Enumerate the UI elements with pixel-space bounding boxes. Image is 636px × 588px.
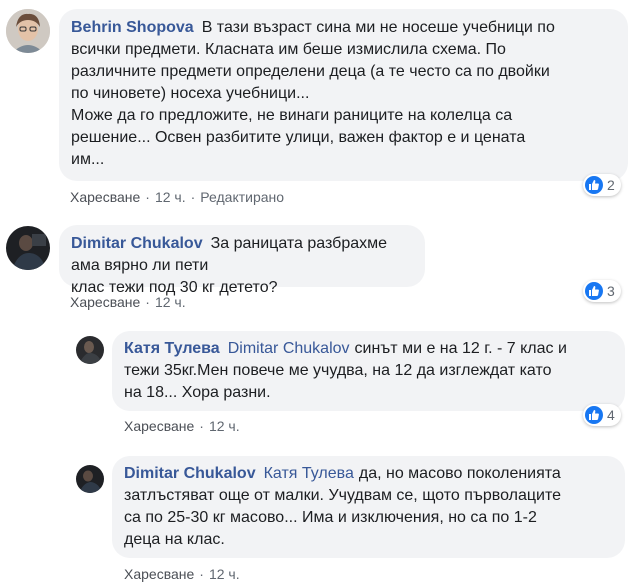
comment-bubble: Behrin Shopova В тази възраст сина ми не … (59, 9, 628, 181)
comment-author[interactable]: Dimitar Chukalov (124, 465, 256, 482)
comment-line: решение... Освен разбитите улици, важен … (71, 129, 526, 146)
comment-line: В тази възраст сина ми не носеше учебниц… (201, 19, 555, 36)
dark-photo-avatar-icon (6, 226, 50, 270)
woman-with-glasses-avatar-icon (6, 9, 50, 53)
comment-line: синът ми е на 12 г. - 7 клас и (354, 340, 567, 357)
comment-author[interactable]: Катя Тулева (124, 340, 220, 357)
comment-line: всички предмети. Класната им беше измисл… (71, 41, 506, 58)
separator-dot: · (145, 189, 150, 205)
avatar[interactable] (6, 226, 50, 270)
comment-actions: Харесване · 12 ч. · Редактирано (70, 189, 284, 205)
comment-line: Може да го предложите, не винаги раницит… (71, 107, 513, 124)
comment-bubble: Dimitar Chukalov За раницата разбрахме ам… (59, 225, 425, 296)
separator-dot: · (199, 418, 204, 434)
dark-photo-avatar-icon (76, 465, 104, 493)
comment-bubble: Катя Тулева Dimitar Chukalov синът ми е на… (112, 331, 625, 411)
thumbs-up-icon (585, 406, 603, 424)
reaction-count[interactable]: 4 (583, 404, 621, 426)
timestamp[interactable]: 12 ч. (155, 294, 186, 310)
like-button[interactable]: Харесване (70, 294, 140, 310)
timestamp[interactable]: 12 ч. (155, 189, 186, 205)
separator-dot: · (145, 294, 150, 310)
comment-bubble: Dimitar Chukalov Катя Тулева да, но масово… (112, 456, 625, 558)
comment-line: по чиновете) носеха учебници... (71, 85, 310, 102)
comment-actions: Харесване · 12 ч. (124, 418, 240, 434)
timestamp[interactable]: 12 ч. (209, 566, 240, 582)
comment-actions: Харесване · 12 ч. (70, 294, 186, 310)
reaction-number: 4 (607, 407, 615, 423)
comment-author[interactable]: Dimitar Chukalov (71, 235, 203, 252)
like-button[interactable]: Харесване (124, 566, 194, 582)
comment-line: затлъстяват още от малки. Учудвам се, що… (124, 487, 562, 504)
comment-line: тежи 35кг.Мен повече ме учудва, на 12 да… (124, 362, 552, 379)
separator-dot: · (190, 189, 196, 205)
comment-line: са по 25-30 кг масово... Има и изключени… (124, 509, 537, 526)
avatar[interactable] (76, 465, 104, 493)
edited-label[interactable]: Редактирано (200, 189, 284, 205)
avatar[interactable] (76, 336, 104, 364)
comment-actions: Харесване · 12 ч. (124, 566, 240, 582)
comment-line: им... (71, 151, 105, 168)
reaction-number: 3 (607, 283, 615, 299)
reaction-count[interactable]: 2 (583, 174, 621, 196)
comment-line: да, но масово поколенията (358, 465, 561, 482)
separator-dot: · (199, 566, 204, 582)
mention-link[interactable]: Катя Тулева (264, 465, 354, 482)
reaction-number: 2 (607, 177, 615, 193)
comment-line: деца на клас. (124, 531, 225, 548)
timestamp[interactable]: 12 ч. (209, 418, 240, 434)
comment-line: на 18... Хора разни. (124, 384, 271, 401)
like-button[interactable]: Харесване (70, 189, 140, 205)
comment-author[interactable]: Behrin Shopova (71, 19, 194, 36)
avatar[interactable] (6, 9, 50, 53)
mention-link[interactable]: Dimitar Chukalov (228, 340, 350, 357)
reaction-count[interactable]: 3 (583, 280, 621, 302)
thumbs-up-icon (585, 282, 603, 300)
comment-line: различните предмети определени деца (а т… (71, 63, 550, 80)
thumbs-up-icon (585, 176, 603, 194)
like-button[interactable]: Харесване (124, 418, 194, 434)
dark-photo-avatar-icon (76, 336, 104, 364)
